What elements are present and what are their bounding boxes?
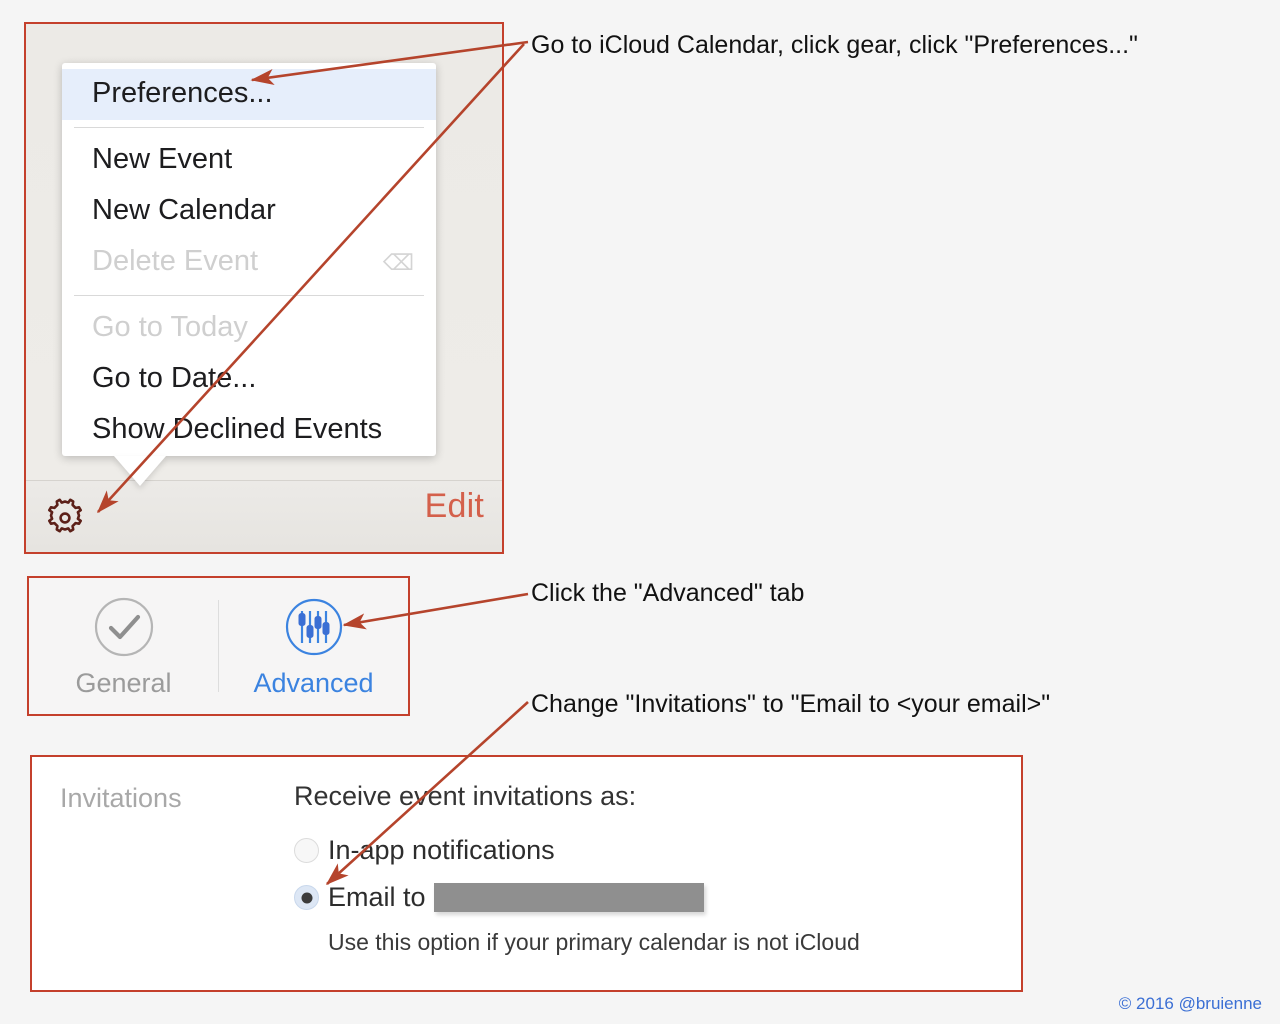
- popup-tail: [114, 456, 166, 486]
- menu-item-show-declined-events[interactable]: Show Declined Events: [62, 405, 436, 456]
- menu-separator: [74, 295, 424, 296]
- menu-item-delete-event: Delete Event ⌫: [62, 237, 436, 288]
- menu-item-label: Go to Today: [92, 311, 248, 343]
- menu-item-preferences[interactable]: Preferences...: [62, 69, 436, 120]
- menu-item-go-to-today: Go to Today: [62, 303, 436, 354]
- annotation-step-1: Go to iCloud Calendar, click gear, click…: [531, 31, 1138, 59]
- annotation-step-3: Change "Invitations" to "Email to <your …: [531, 690, 1051, 718]
- menu-item-new-event[interactable]: New Event: [62, 135, 436, 186]
- annotation-step-2: Click the "Advanced" tab: [531, 579, 805, 607]
- menu-item-label: Preferences...: [92, 77, 273, 109]
- backspace-icon: ⌫: [382, 249, 414, 275]
- menu-item-label: New Calendar: [92, 194, 276, 226]
- menu-item-label: Delete Event: [92, 245, 259, 277]
- highlight-box-tabs: [27, 576, 410, 716]
- menu-item-go-to-date[interactable]: Go to Date...: [62, 354, 436, 405]
- copyright-credit: © 2016 @bruienne: [1118, 994, 1262, 1013]
- gear-dropdown-menu: Preferences... New Event New Calendar De…: [62, 63, 436, 486]
- menu-item-new-calendar[interactable]: New Calendar: [62, 186, 436, 237]
- highlight-box-invitations: [30, 755, 1023, 992]
- menu-item-label: New Event: [92, 143, 233, 175]
- screenshot-stage: Edit Preferences... New Event New Calend…: [0, 0, 1280, 1024]
- menu-item-label: Show Declined Events: [92, 413, 383, 445]
- menu-item-label: Go to Date...: [92, 362, 257, 394]
- menu-separator: [74, 127, 424, 128]
